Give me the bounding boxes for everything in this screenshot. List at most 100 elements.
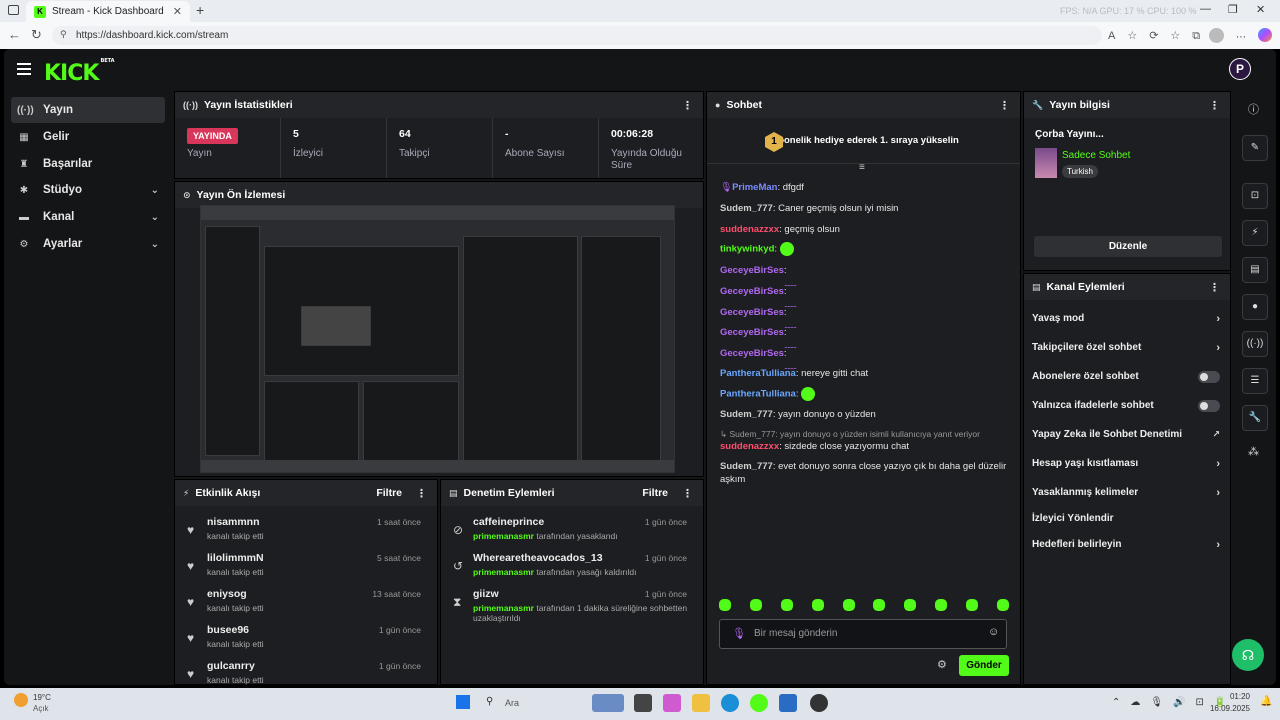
sidebar-item-basarilar[interactable]: ♜ Başarılar [11,151,165,177]
chat-icon[interactable]: ● [1242,294,1268,320]
studio-icon: ✱ [19,184,29,196]
action-account-age[interactable]: Hesap yaşı kısıtlaması › [1024,449,1230,478]
hourglass-icon: ⧗ [453,595,462,609]
more-options-icon[interactable]: ⋮ [682,99,693,112]
action-set-goals[interactable]: Hedefleri belirleyin › [1024,530,1230,559]
kick-favicon-icon: K [34,5,46,18]
profile-icon[interactable] [1209,28,1224,43]
notification-icon[interactable]: 🔔 [1260,696,1272,707]
more-options-icon[interactable]: ⋮ [1209,281,1220,294]
folder-icon[interactable] [692,694,710,712]
tab-actions-icon[interactable] [8,5,19,15]
action-followers-only[interactable]: Takipçilere özel sohbet › [1024,333,1230,362]
taskbar-app-icon[interactable] [592,694,624,712]
more-options-icon[interactable]: ⋮ [682,487,693,500]
taskbar-app-icon[interactable] [663,694,681,712]
copilot-icon[interactable] [1258,28,1272,42]
sidebar-item-yayin[interactable]: ((·)) Yayın [11,97,165,123]
search-icon[interactable]: ⚲ [486,696,493,707]
emote-icon [842,599,855,611]
action-emotes-only[interactable]: Yalnızca ifadelerle sohbet [1024,391,1230,420]
taskbar-app-icon[interactable] [634,694,652,712]
emoji-picker-icon[interactable]: ☺ [988,626,999,638]
maximize-icon[interactable]: ❐ [1228,3,1238,16]
more-options-icon[interactable]: ⋮ [416,487,427,500]
mic-icon[interactable]: 🎙 [732,627,746,640]
browser-tab[interactable]: K Stream - Kick Dashboard ✕ [26,1,190,22]
refresh-icon[interactable]: ↻ [31,27,42,43]
send-button[interactable]: Gönder [959,655,1009,676]
action-subscribers-only[interactable]: Abonelere özel sohbet [1024,362,1230,391]
kick-logo[interactable]: KICKBETA [44,58,115,86]
panel-header: 🔧 Yayın bilgisi ⋮ [1024,92,1230,118]
weather-icon[interactable] [14,693,28,707]
action-slow-mode[interactable]: Yavaş mod › [1024,304,1230,333]
new-tab-icon[interactable]: + [196,2,204,18]
gift-sub-banner[interactable]: 1 abonelik hediye ederek 1. sıraya yükse… [707,118,1020,164]
toggle-switch [1198,370,1220,383]
edit-button[interactable]: Düzenle [1034,236,1222,257]
action-banned-words[interactable]: Yasaklanmış kelimeler › [1024,478,1230,507]
apps-icon[interactable]: ⁂ [1248,445,1259,458]
emote-icon [811,599,824,611]
more-options-icon[interactable]: ⋮ [999,99,1010,112]
edge-icon[interactable] [721,694,739,712]
moderation-filter-button[interactable]: Filtre [642,487,668,499]
close-tab-icon[interactable]: ✕ [173,5,182,18]
kick-app-icon[interactable] [750,694,768,712]
sidebar-item-kanal[interactable]: ▬ Kanal ⌄ [11,204,165,230]
quick-emote-bar[interactable] [719,599,1009,615]
browser-toolbar-icons[interactable]: A☆⟳☆⧉ [1108,29,1212,43]
channel-actions-panel: ▤ Kanal Eylemleri ⋮ Yavaş mod › Takipçile… [1023,273,1231,685]
chevron-right-icon: › [1216,312,1220,325]
windows-start-icon[interactable] [456,695,470,709]
chat-message-input[interactable]: Bir mesaj gönderin [719,619,1007,649]
wrench-icon[interactable]: 🔧 [1242,405,1268,431]
sidebar-item-ayarlar[interactable]: ⚙ Ayarlar ⌄ [11,231,165,257]
taskbar-app-icon[interactable] [810,694,828,712]
edit-pencil-icon[interactable]: ✎ [1242,135,1268,161]
activity-filter-button[interactable]: Filtre [376,487,402,499]
chat-message: Sudem_777: evet donuyo sonra close yazıy… [720,461,1007,485]
broadcast-icon[interactable]: ((·)) [1242,331,1268,357]
info-icon[interactable]: ⓘ [1248,101,1259,117]
url-field[interactable]: https://dashboard.kick.com/stream [52,26,1102,45]
chevron-down-icon: ⌄ [150,184,159,196]
close-window-icon[interactable]: ✕ [1256,3,1265,16]
clock-date: 16.09.2025 [1209,704,1250,713]
chat-message: 🎙PrimeMan: dfgdf [720,182,804,193]
more-icon[interactable]: ⋯ [1236,32,1246,43]
list-icon[interactable]: ☰ [1242,368,1268,394]
focus-icon[interactable]: ⊡ [1242,183,1268,209]
sidebar-item-gelir[interactable]: ▦ Gelir [11,124,165,150]
document-icon[interactable]: ▤ [1242,257,1268,283]
more-options-icon[interactable]: ⋮ [1209,99,1220,112]
gear-icon: ⚙ [19,238,29,250]
emote-icon [873,599,886,611]
action-raid[interactable]: İzleyici Yönlendir [1024,504,1230,533]
taskbar-search[interactable]: Ara [505,698,519,708]
hamburger-menu-icon[interactable] [17,63,31,78]
back-icon[interactable]: ← [8,27,21,42]
minimize-icon[interactable]: — [1200,3,1211,15]
user-avatar[interactable]: P [1229,58,1251,80]
site-info-icon[interactable]: ⚲ [60,29,67,40]
support-icon[interactable]: ☊ [1232,639,1264,671]
emote-icon [966,599,978,611]
taskbar-app-icon[interactable] [779,694,797,712]
perf-overlay: FPS: N/A GPU: 17 % CPU: 100 % [1060,6,1197,16]
category-link[interactable]: Sadece Sohbet [1062,150,1130,161]
lightning-icon[interactable]: ⚡ [1242,220,1268,246]
chat-settings-icon[interactable]: ⚙ [937,658,947,671]
sidebar-item-studyo[interactable]: ✱ Stüdyo ⌄ [11,177,165,203]
actions-icon: ▤ [1032,281,1041,292]
collapse-icon[interactable]: ≡ [859,162,865,173]
browser-tab-bar: K Stream - Kick Dashboard ✕ + FPS: N/A G… [0,0,1280,22]
panel-header: ● Sohbet ⋮ [707,92,1020,118]
stat-uptime: 00:06:28 Yayında Olduğu Süre [611,128,682,171]
stat-subscribers: - Abone Sayısı [493,118,599,178]
action-ai-moderation[interactable]: Yapay Zeka ile Sohbet Denetimi ↗ [1024,420,1230,449]
heart-icon: ♥ [187,523,195,537]
stream-preview-video[interactable] [200,205,675,473]
heart-icon: ♥ [187,667,195,681]
